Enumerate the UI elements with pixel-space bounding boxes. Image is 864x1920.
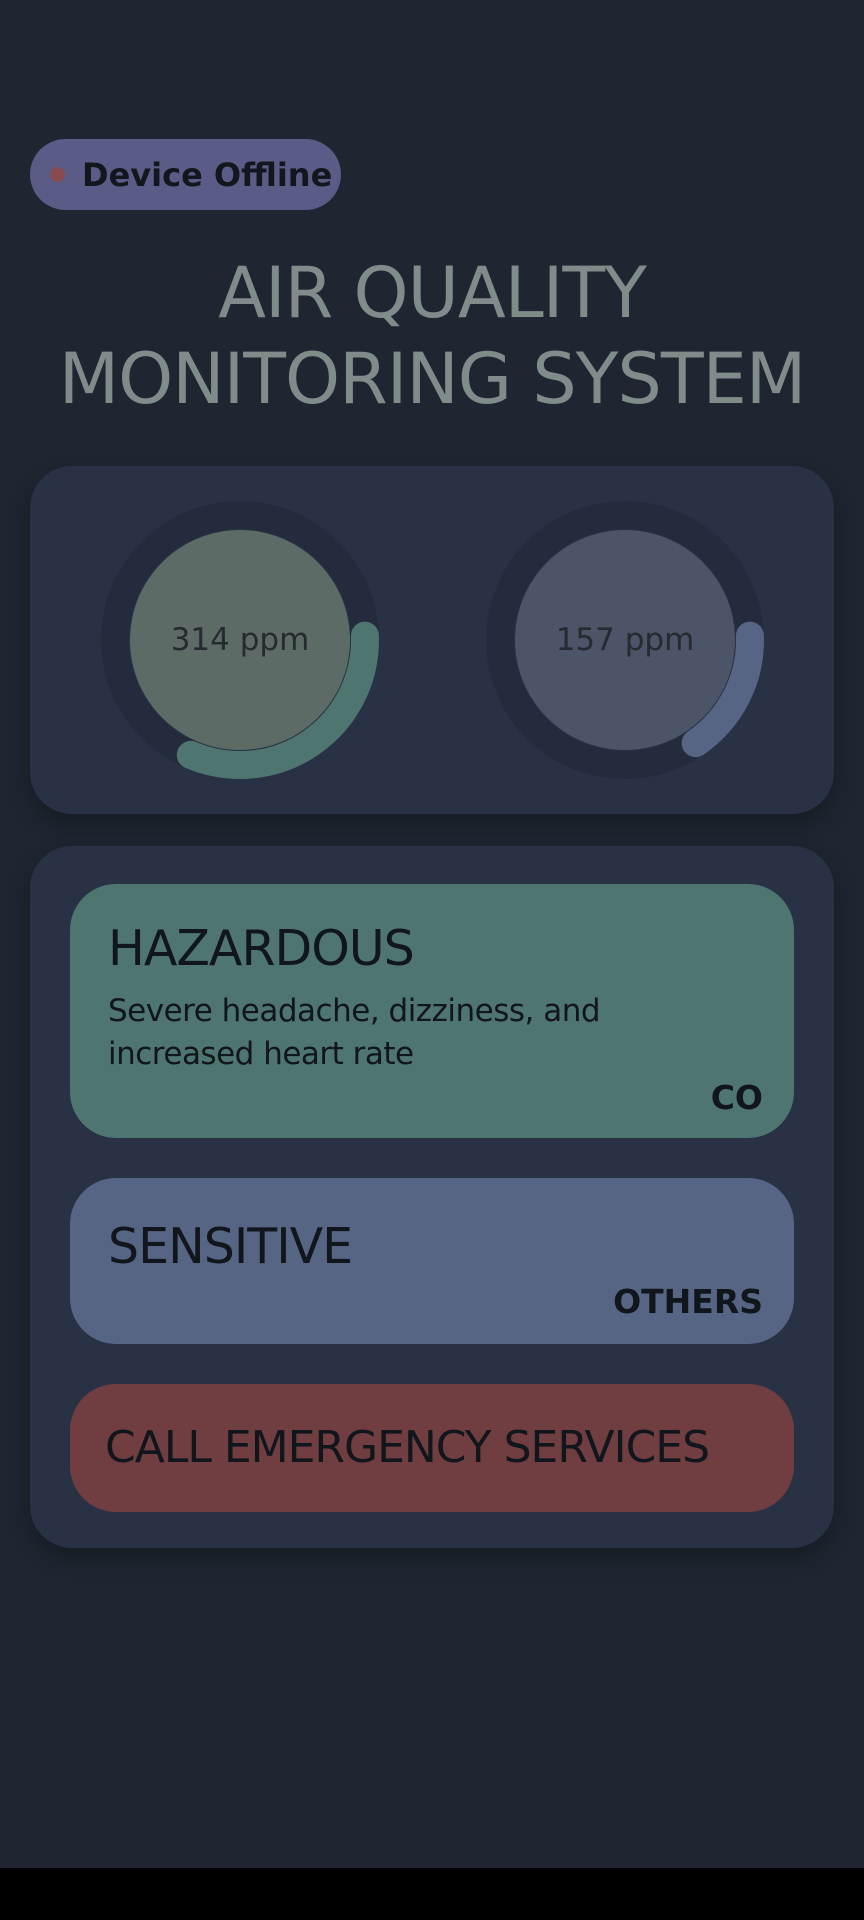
- title-line-1: AIR QUALITY: [218, 252, 647, 334]
- page-title: AIR QUALITY MONITORING SYSTEM: [0, 250, 864, 422]
- gauge-panel: 314 ppm 157 ppm: [30, 466, 834, 814]
- hazardous-card: HAZARDOUS Severe headache, dizziness, an…: [70, 884, 794, 1138]
- sensitive-title: SENSITIVE: [108, 1218, 353, 1275]
- call-emergency-services-label: CALL EMERGENCY SERVICES: [105, 1422, 710, 1473]
- call-emergency-services-button[interactable]: CALL EMERGENCY SERVICES: [70, 1384, 794, 1512]
- hazardous-description: Severe headache, dizziness, and increase…: [108, 993, 601, 1072]
- co-gauge-value: 314 ppm: [170, 621, 310, 658]
- co-tag: CO: [710, 1078, 763, 1117]
- status-panel: HAZARDOUS Severe headache, dizziness, an…: [30, 846, 834, 1548]
- sensitive-card: SENSITIVE OTHERS: [70, 1178, 794, 1344]
- device-status-badge: Device Offline: [30, 139, 341, 210]
- others-gauge-core: 157 ppm: [515, 530, 735, 750]
- hazardous-title: HAZARDOUS: [108, 920, 415, 977]
- others-gauge-value: 157 ppm: [555, 621, 695, 658]
- others-tag: OTHERS: [613, 1282, 763, 1321]
- offline-dot-icon: [50, 167, 65, 182]
- title-line-2: MONITORING SYSTEM: [58, 338, 807, 420]
- co-gauge: 314 ppm: [100, 500, 380, 780]
- others-gauge: 157 ppm: [485, 500, 765, 780]
- system-navigation-bar: [0, 1868, 864, 1920]
- co-gauge-core: 314 ppm: [130, 530, 350, 750]
- status-text: Device Offline: [82, 155, 333, 194]
